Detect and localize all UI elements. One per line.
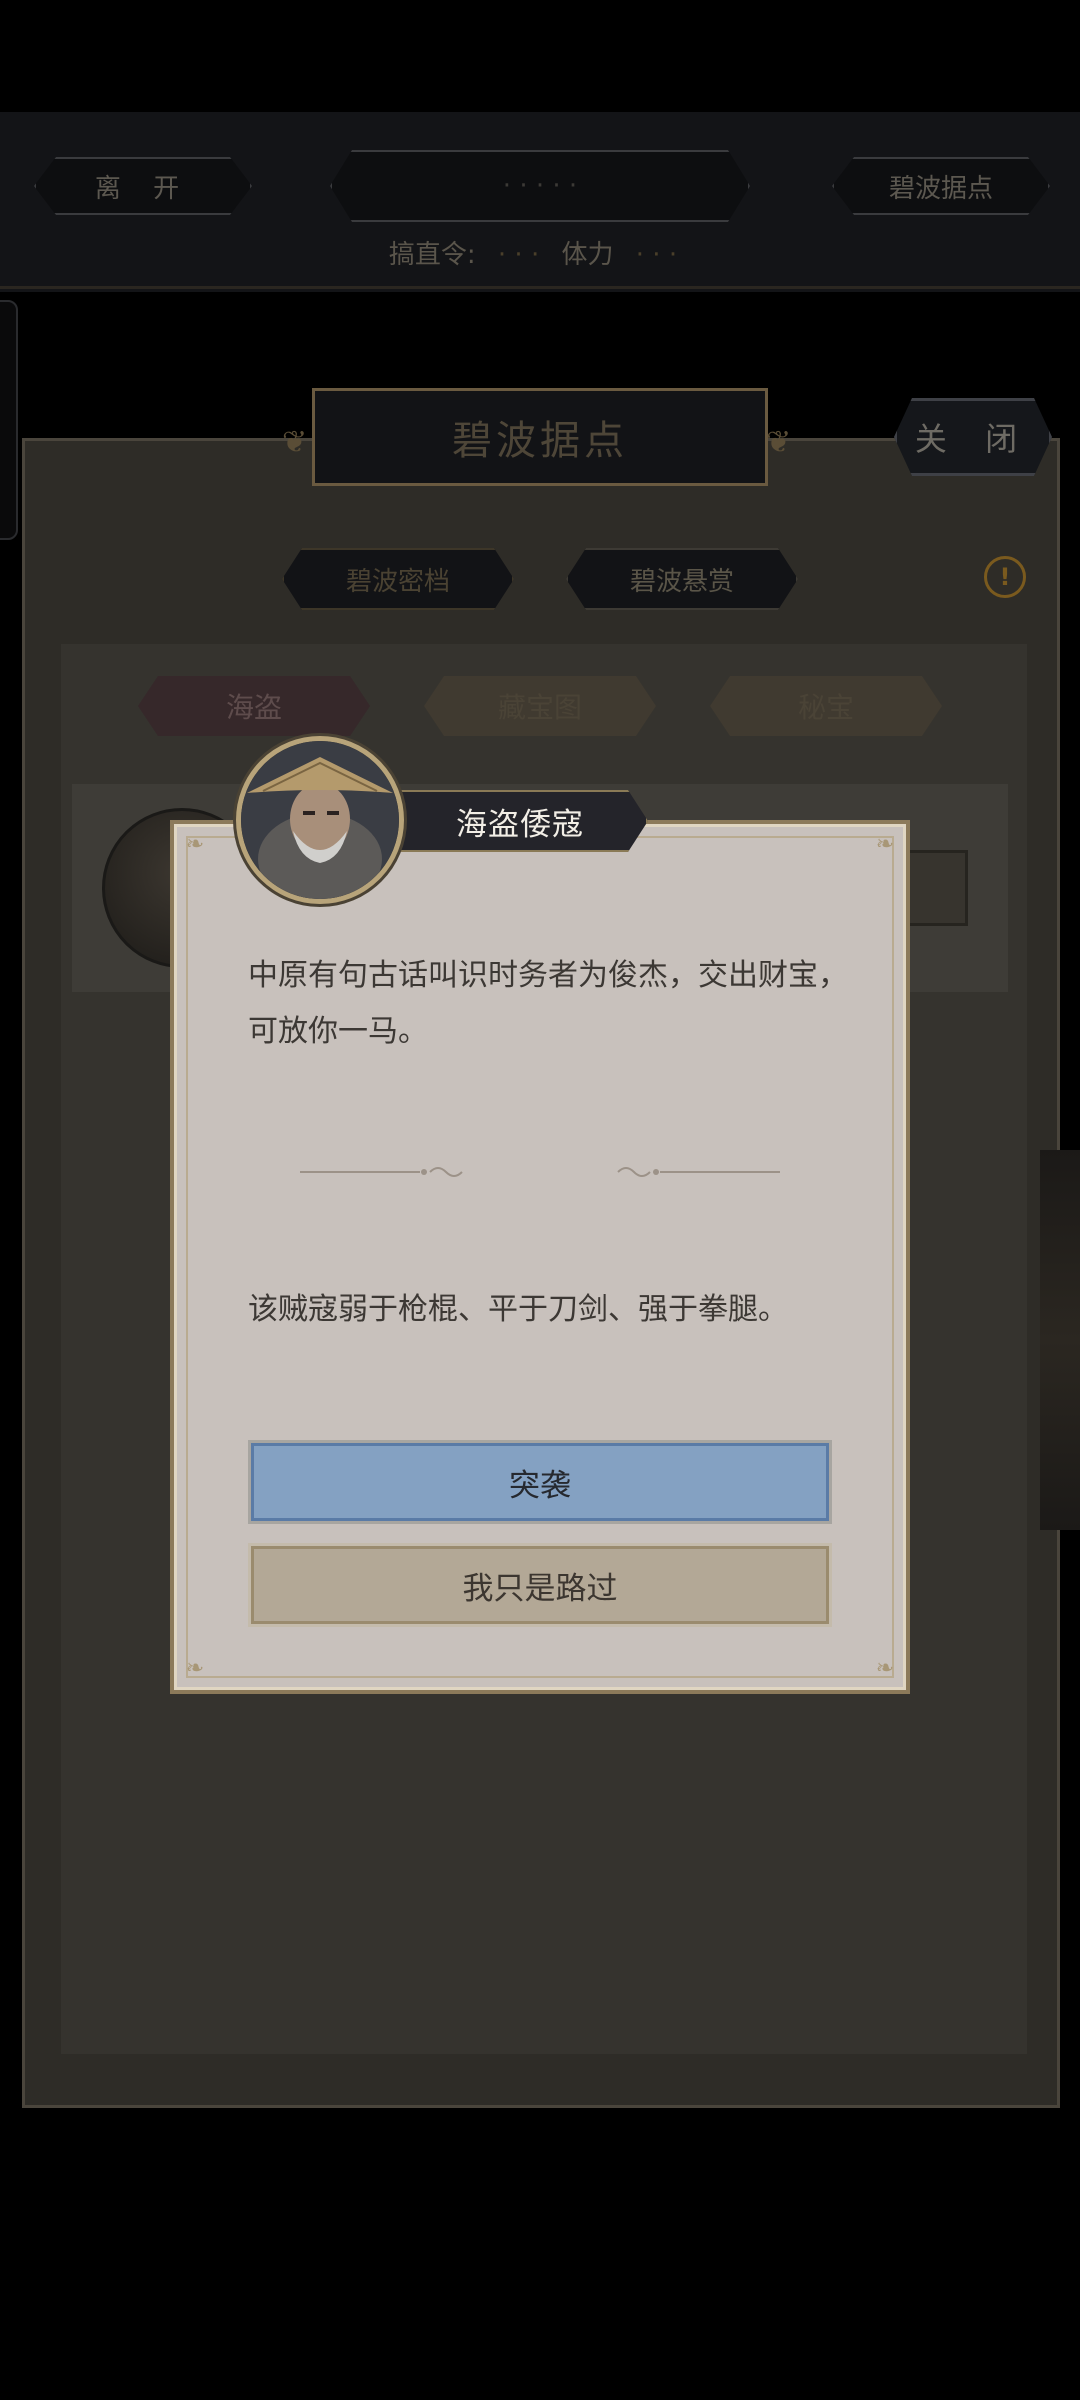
- status-value-2: · · ·: [635, 240, 678, 270]
- enemy-portrait-avatar: [236, 736, 404, 904]
- corner-ornament-icon: ❧: [185, 832, 205, 857]
- side-drawer-handle[interactable]: [0, 300, 18, 540]
- enemy-weakness-text: 该贼寇弱于枪棍、平于刀剑、强于拳腿。: [248, 1292, 788, 1327]
- raid-button-label: 突袭: [509, 1467, 571, 1504]
- tab-bounty[interactable]: 碧波悬赏: [566, 548, 798, 610]
- enemy-name-banner: 海盗倭寇: [392, 790, 648, 852]
- tab-pirate[interactable]: 海盗: [138, 676, 370, 736]
- tab-secret-treasure[interactable]: 秘宝: [710, 676, 942, 736]
- close-button[interactable]: 关 闭: [894, 398, 1052, 476]
- pass-by-button[interactable]: 我只是路过: [248, 1543, 832, 1627]
- title-ornament-right-icon: ❦: [766, 425, 792, 460]
- corner-ornament-icon: ❧: [185, 1656, 205, 1681]
- pass-by-button-label: 我只是路过: [462, 1570, 618, 1607]
- base-button[interactable]: 碧波据点: [832, 157, 1050, 215]
- enemy-name: 海盗倭寇: [456, 806, 584, 843]
- ornamental-divider: [300, 1167, 780, 1177]
- status-value-1: · · ·: [497, 240, 540, 270]
- top-status: 搞直令: · · · 体力 · · ·: [0, 234, 1080, 271]
- status-label-2: 体力: [561, 240, 614, 270]
- leave-button[interactable]: 离 开: [34, 157, 252, 215]
- raid-button[interactable]: 突袭: [248, 1440, 832, 1524]
- top-divider: [0, 286, 1080, 289]
- location-title-button[interactable]: · · · · ·: [330, 150, 750, 222]
- title-ornament-left-icon: ❦: [282, 425, 308, 460]
- panel-title: 碧波据点: [452, 418, 628, 464]
- info-icon[interactable]: !: [984, 556, 1026, 598]
- tab-archive[interactable]: 碧波密档: [282, 548, 514, 610]
- corner-ornament-icon: ❧: [875, 832, 895, 857]
- pirate-portrait-icon: [241, 741, 399, 899]
- tab-treasure-map[interactable]: 藏宝图: [424, 676, 656, 736]
- background-art: [1040, 1150, 1080, 1530]
- location-title-label: · · · · ·: [502, 171, 578, 201]
- dialog-message: 中原有句古话叫识时务者为俊杰，交出财宝，可放你一马。: [248, 958, 848, 1049]
- corner-ornament-icon: ❧: [875, 1656, 895, 1681]
- status-label-1: 搞直令:: [388, 240, 476, 270]
- panel-title-frame: 碧波据点: [312, 388, 768, 486]
